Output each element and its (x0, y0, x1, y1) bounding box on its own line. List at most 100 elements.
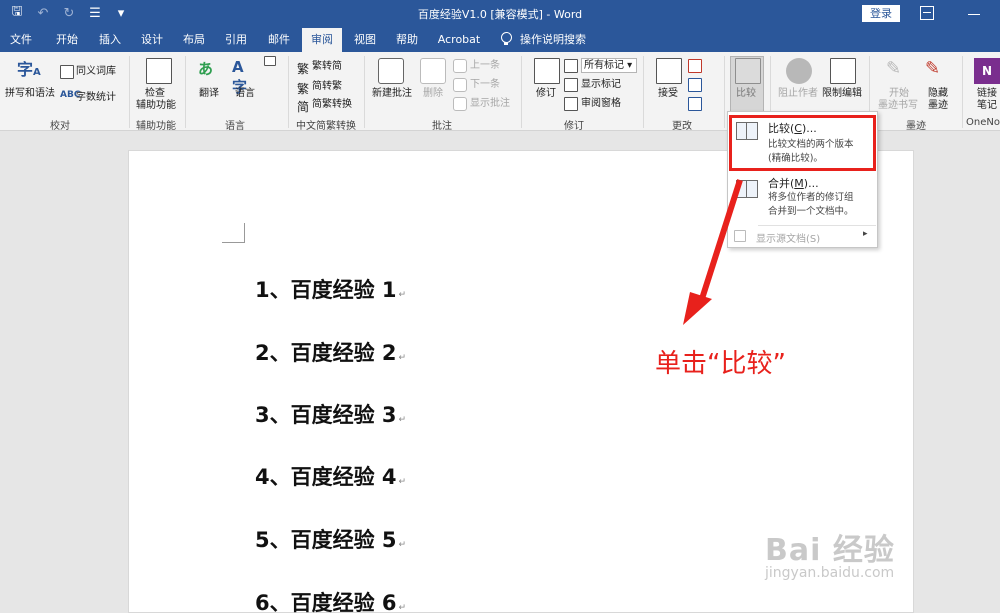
heading-1-text: 1、百度经验 1 (255, 278, 397, 302)
previous-comment-button[interactable]: 上一条 (470, 60, 500, 72)
previous-change-icon[interactable] (688, 78, 702, 92)
paragraph-mark-icon: ↵ (398, 290, 407, 300)
previous-comment-icon (453, 59, 467, 73)
tab-help[interactable]: 帮助 (390, 28, 424, 52)
group-separator (962, 56, 963, 128)
heading-3-text: 3、百度经验 3 (255, 403, 397, 427)
reviewing-pane-icon (564, 97, 578, 111)
menu-item-show-source[interactable]: 显示源文档(S) (756, 230, 820, 245)
accept-change-button[interactable]: 接受 (658, 88, 678, 100)
traditional-to-simplified-icon: 繁 (297, 62, 310, 76)
block-authors-button[interactable]: 阻止作者 (778, 88, 818, 100)
lightbulb-icon (500, 32, 512, 46)
group-label-accessibility: 辅助功能 (136, 121, 176, 132)
tab-review[interactable]: 审阅 (302, 28, 342, 52)
restrict-editing-button[interactable]: 限制编辑 (822, 88, 862, 100)
tab-insert[interactable]: 插入 (93, 28, 127, 52)
thesaurus-button[interactable]: 同义词库 (76, 66, 116, 78)
next-change-icon[interactable] (688, 97, 702, 111)
group-label-comments: 批注 (432, 121, 452, 132)
start-inking-line2[interactable]: 墨迹书写 (878, 100, 918, 112)
group-label-chinese-conversion: 中文简繁转换 (296, 121, 356, 132)
spelling-grammar-button[interactable]: 拼写和语法 (5, 88, 55, 100)
tab-layout[interactable]: 布局 (177, 28, 211, 52)
heading-5[interactable]: 5、百度经验 5 ↵ (255, 524, 406, 554)
menu-combine-title: 合并(M)... (768, 177, 819, 190)
menu-item-combine[interactable]: 合并(M)... 将多位作者的修订组 合并到一个文档中。 (728, 174, 877, 224)
word-count-button[interactable]: 字数统计 (76, 92, 116, 104)
accept-change-icon (656, 58, 682, 84)
language-button[interactable]: 语言 (235, 88, 255, 100)
track-changes-button[interactable]: 修订 (536, 88, 556, 100)
reject-change-icon[interactable] (688, 59, 702, 73)
new-comment-icon (378, 58, 404, 84)
new-comment-button[interactable]: 新建批注 (372, 88, 412, 100)
start-inking-line1[interactable]: 开始 (889, 88, 909, 100)
menu-combine-desc-2: 合并到一个文档中。 (768, 206, 854, 217)
chinese-conversion-button[interactable]: 简繁转换 (312, 99, 352, 111)
annotation-highlight-box (729, 115, 876, 171)
translate-icon: あ (198, 60, 214, 78)
delete-comment-icon (420, 58, 446, 84)
show-source-icon (734, 230, 746, 242)
combine-documents-icon (736, 180, 758, 198)
menu-separator (758, 225, 876, 226)
ribbon-tabs: 文件 开始 插入 设计 布局 引用 邮件 审阅 视图 帮助 Acrobat 操作… (0, 28, 1000, 52)
heading-1[interactable]: 1、百度经验 1 ↵ (255, 274, 406, 304)
heading-2[interactable]: 2、百度经验 2 ↵ (255, 337, 406, 367)
hide-ink-line1[interactable]: 隐藏 (928, 88, 948, 100)
compare-button-pressed-state (730, 56, 764, 112)
show-markup-button[interactable]: 显示标记 (581, 79, 621, 91)
annotation-text: 单击“比较” (655, 349, 786, 379)
check-accessibility-line1[interactable]: 检查 (145, 88, 165, 100)
group-label-ink: 墨迹 (906, 121, 926, 132)
heading-6-text: 6、百度经验 6 (255, 591, 397, 613)
check-accessibility-line2[interactable]: 辅助功能 (136, 100, 176, 112)
baidu-watermark-url: jingyan.baidu.com (765, 565, 895, 581)
word-count-icon: ABC (60, 90, 81, 100)
hide-ink-line2[interactable]: 墨迹 (928, 100, 948, 112)
markup-dropdown[interactable]: 所有标记 ▾ (581, 58, 637, 73)
tab-references[interactable]: 引用 (219, 28, 253, 52)
show-comments-button[interactable]: 显示批注 (470, 98, 510, 110)
start-inking-icon: ✎ (886, 58, 902, 79)
translate-button[interactable]: 翻译 (199, 88, 219, 100)
minimize-icon[interactable] (968, 14, 980, 15)
paragraph-mark-icon: ↵ (398, 353, 407, 363)
heading-2-text: 2、百度经验 2 (255, 341, 397, 365)
show-comments-icon (453, 97, 467, 111)
login-button[interactable]: 登录 (862, 5, 900, 22)
baidu-watermark-logo: Bai 经验 (765, 533, 895, 568)
heading-6[interactable]: 6、百度经验 6 ↵ (255, 587, 406, 613)
tab-home[interactable]: 开始 (50, 28, 84, 52)
window-title: 百度经验V1.0 [兼容模式] - Word (417, 8, 583, 21)
hide-ink-icon: ✎ (925, 58, 941, 79)
delete-comment-button[interactable]: 删除 (423, 88, 443, 100)
onenote-icon: N (974, 58, 1000, 84)
group-separator (364, 56, 365, 128)
group-separator (724, 56, 725, 128)
language-options-icon[interactable] (264, 56, 276, 66)
linked-notes-line2[interactable]: 笔记 (977, 100, 997, 112)
tab-design[interactable]: 设计 (135, 28, 169, 52)
heading-3[interactable]: 3、百度经验 3 ↵ (255, 399, 406, 429)
chinese-conversion-icon: 简 (297, 100, 310, 114)
tab-mailings[interactable]: 邮件 (262, 28, 296, 52)
track-changes-icon (534, 58, 560, 84)
traditional-to-simplified-button[interactable]: 繁转简 (312, 61, 342, 73)
reviewing-pane-button[interactable]: 审阅窗格 (581, 98, 621, 110)
ribbon-display-options-icon[interactable] (920, 6, 934, 20)
heading-4-text: 4、百度经验 4 (255, 465, 397, 489)
paragraph-mark-icon: ↵ (398, 603, 407, 613)
tab-acrobat[interactable]: Acrobat (434, 28, 484, 52)
tab-file[interactable]: 文件 (4, 28, 38, 52)
heading-4[interactable]: 4、百度经验 4 ↵ (255, 461, 406, 491)
simplified-to-traditional-icon: 繁 (297, 82, 310, 96)
tell-me-search[interactable]: 操作说明搜索 (520, 28, 586, 52)
tab-view[interactable]: 视图 (348, 28, 382, 52)
heading-5-text: 5、百度经验 5 (255, 528, 397, 552)
next-comment-button[interactable]: 下一条 (470, 79, 500, 91)
linked-notes-line1[interactable]: 链接 (977, 88, 997, 100)
simplified-to-traditional-button[interactable]: 简转繁 (312, 81, 342, 93)
group-label-language: 语言 (225, 121, 245, 132)
